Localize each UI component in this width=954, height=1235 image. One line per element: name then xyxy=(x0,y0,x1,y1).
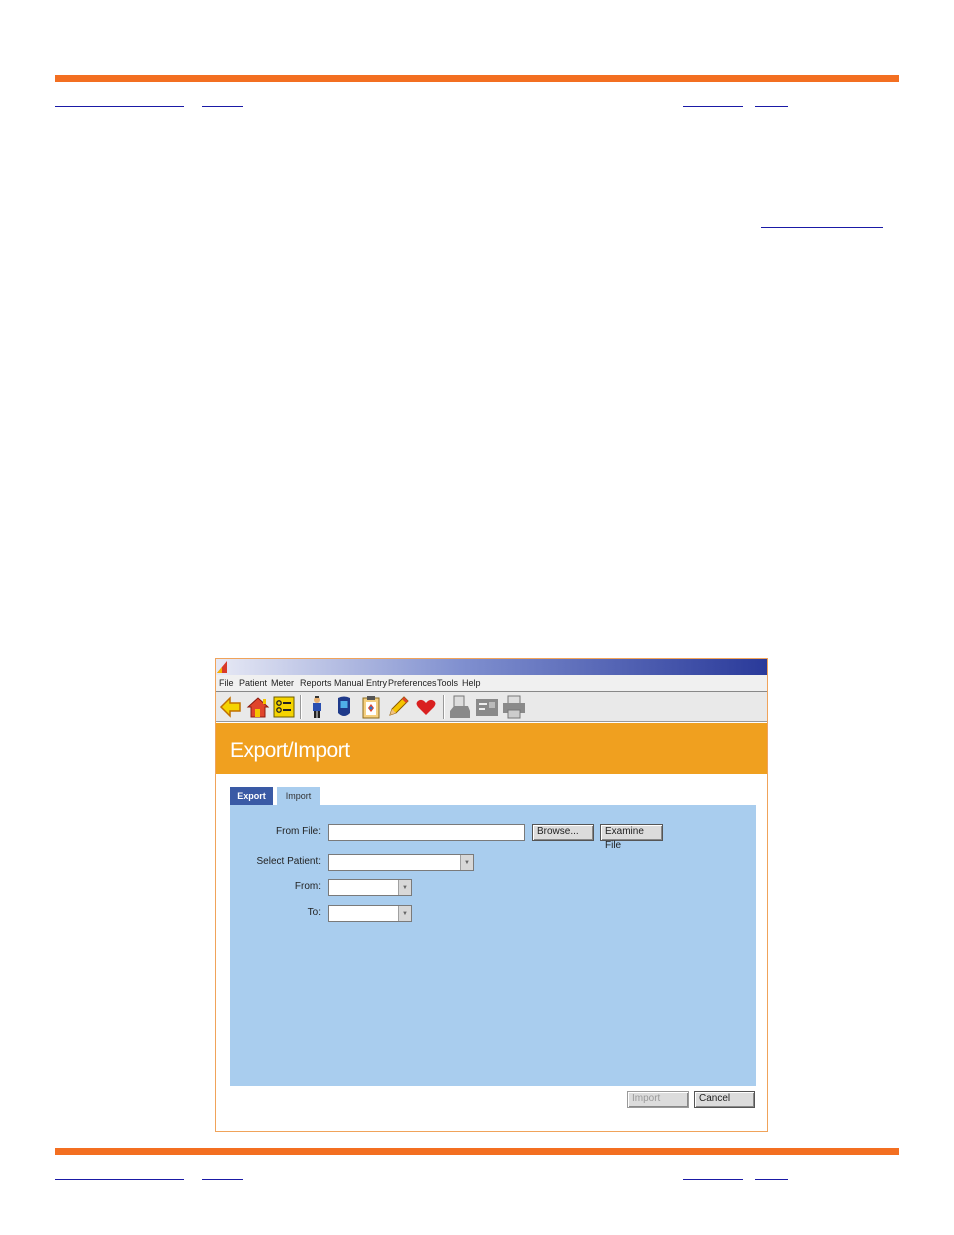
meter-icon[interactable] xyxy=(332,695,356,719)
checklist-icon[interactable] xyxy=(272,695,296,719)
menu-preferences[interactable]: Preferences xyxy=(388,675,437,691)
toolbar xyxy=(216,692,767,722)
back-arrow-icon[interactable] xyxy=(219,695,243,719)
browse-button[interactable]: Browse... xyxy=(532,824,594,841)
bottom-nav-link-3[interactable] xyxy=(683,1179,743,1180)
app-window: File Patient Meter Reports Manual Entry … xyxy=(215,658,768,1132)
menu-help[interactable]: Help xyxy=(462,675,481,691)
bottom-orange-rule xyxy=(55,1148,899,1155)
menu-reports[interactable]: Reports xyxy=(300,675,332,691)
menu-patient[interactable]: Patient xyxy=(239,675,267,691)
from-date-label: From: xyxy=(294,881,321,892)
from-file-label: From File: xyxy=(276,826,321,837)
bottom-nav-link-4[interactable] xyxy=(755,1179,788,1180)
top-nav-link-2[interactable] xyxy=(202,106,243,107)
to-date-label: To: xyxy=(307,907,321,918)
menu-bar: File Patient Meter Reports Manual Entry … xyxy=(216,675,767,692)
menu-file[interactable]: File xyxy=(219,675,234,691)
import-button[interactable]: Import xyxy=(627,1091,689,1108)
bottom-nav-link-1[interactable] xyxy=(55,1179,184,1180)
menu-meter[interactable]: Meter xyxy=(271,675,294,691)
select-patient-dropdown[interactable]: ▼ xyxy=(328,854,474,871)
page-header: Export/Import xyxy=(216,723,767,774)
person-icon[interactable] xyxy=(305,695,329,719)
top-orange-rule xyxy=(55,75,899,82)
app-logo-icon xyxy=(217,661,227,673)
home-icon[interactable] xyxy=(246,695,270,719)
cancel-button[interactable]: Cancel xyxy=(694,1091,755,1108)
printer-doc-icon[interactable] xyxy=(448,695,472,719)
top-nav-link-4[interactable] xyxy=(755,106,788,107)
chevron-down-icon[interactable]: ▼ xyxy=(398,906,411,921)
menu-tools[interactable]: Tools xyxy=(437,675,458,691)
chevron-down-icon[interactable]: ▼ xyxy=(460,855,473,870)
chevron-down-icon[interactable]: ▼ xyxy=(398,880,411,895)
bottom-nav-link-2[interactable] xyxy=(202,1179,243,1180)
examine-file-button[interactable]: Examine File xyxy=(600,824,663,851)
to-date-dropdown[interactable]: ▼ xyxy=(328,905,412,922)
heart-icon[interactable] xyxy=(414,695,438,719)
from-file-input[interactable] xyxy=(328,824,525,841)
page-title: Export/Import xyxy=(230,739,350,762)
title-bar xyxy=(216,659,767,675)
clipboard-icon[interactable] xyxy=(359,695,383,719)
top-nav-link-1[interactable] xyxy=(55,106,184,107)
print-icon[interactable] xyxy=(502,695,526,719)
import-panel: From File: Browse... Examine File Select… xyxy=(230,805,756,1086)
toolbar-separator xyxy=(443,695,445,719)
tab-export[interactable]: Export xyxy=(230,787,273,805)
right-link[interactable] xyxy=(761,227,883,228)
tab-import[interactable]: Import xyxy=(277,787,320,805)
export-printer-icon[interactable] xyxy=(475,695,499,719)
top-nav-link-3[interactable] xyxy=(683,106,743,107)
toolbar-separator xyxy=(300,695,302,719)
select-patient-label: Select Patient: xyxy=(256,856,321,867)
pencil-icon[interactable] xyxy=(386,695,410,719)
from-date-dropdown[interactable]: ▼ xyxy=(328,879,412,896)
menu-manual-entry[interactable]: Manual Entry xyxy=(334,675,387,691)
